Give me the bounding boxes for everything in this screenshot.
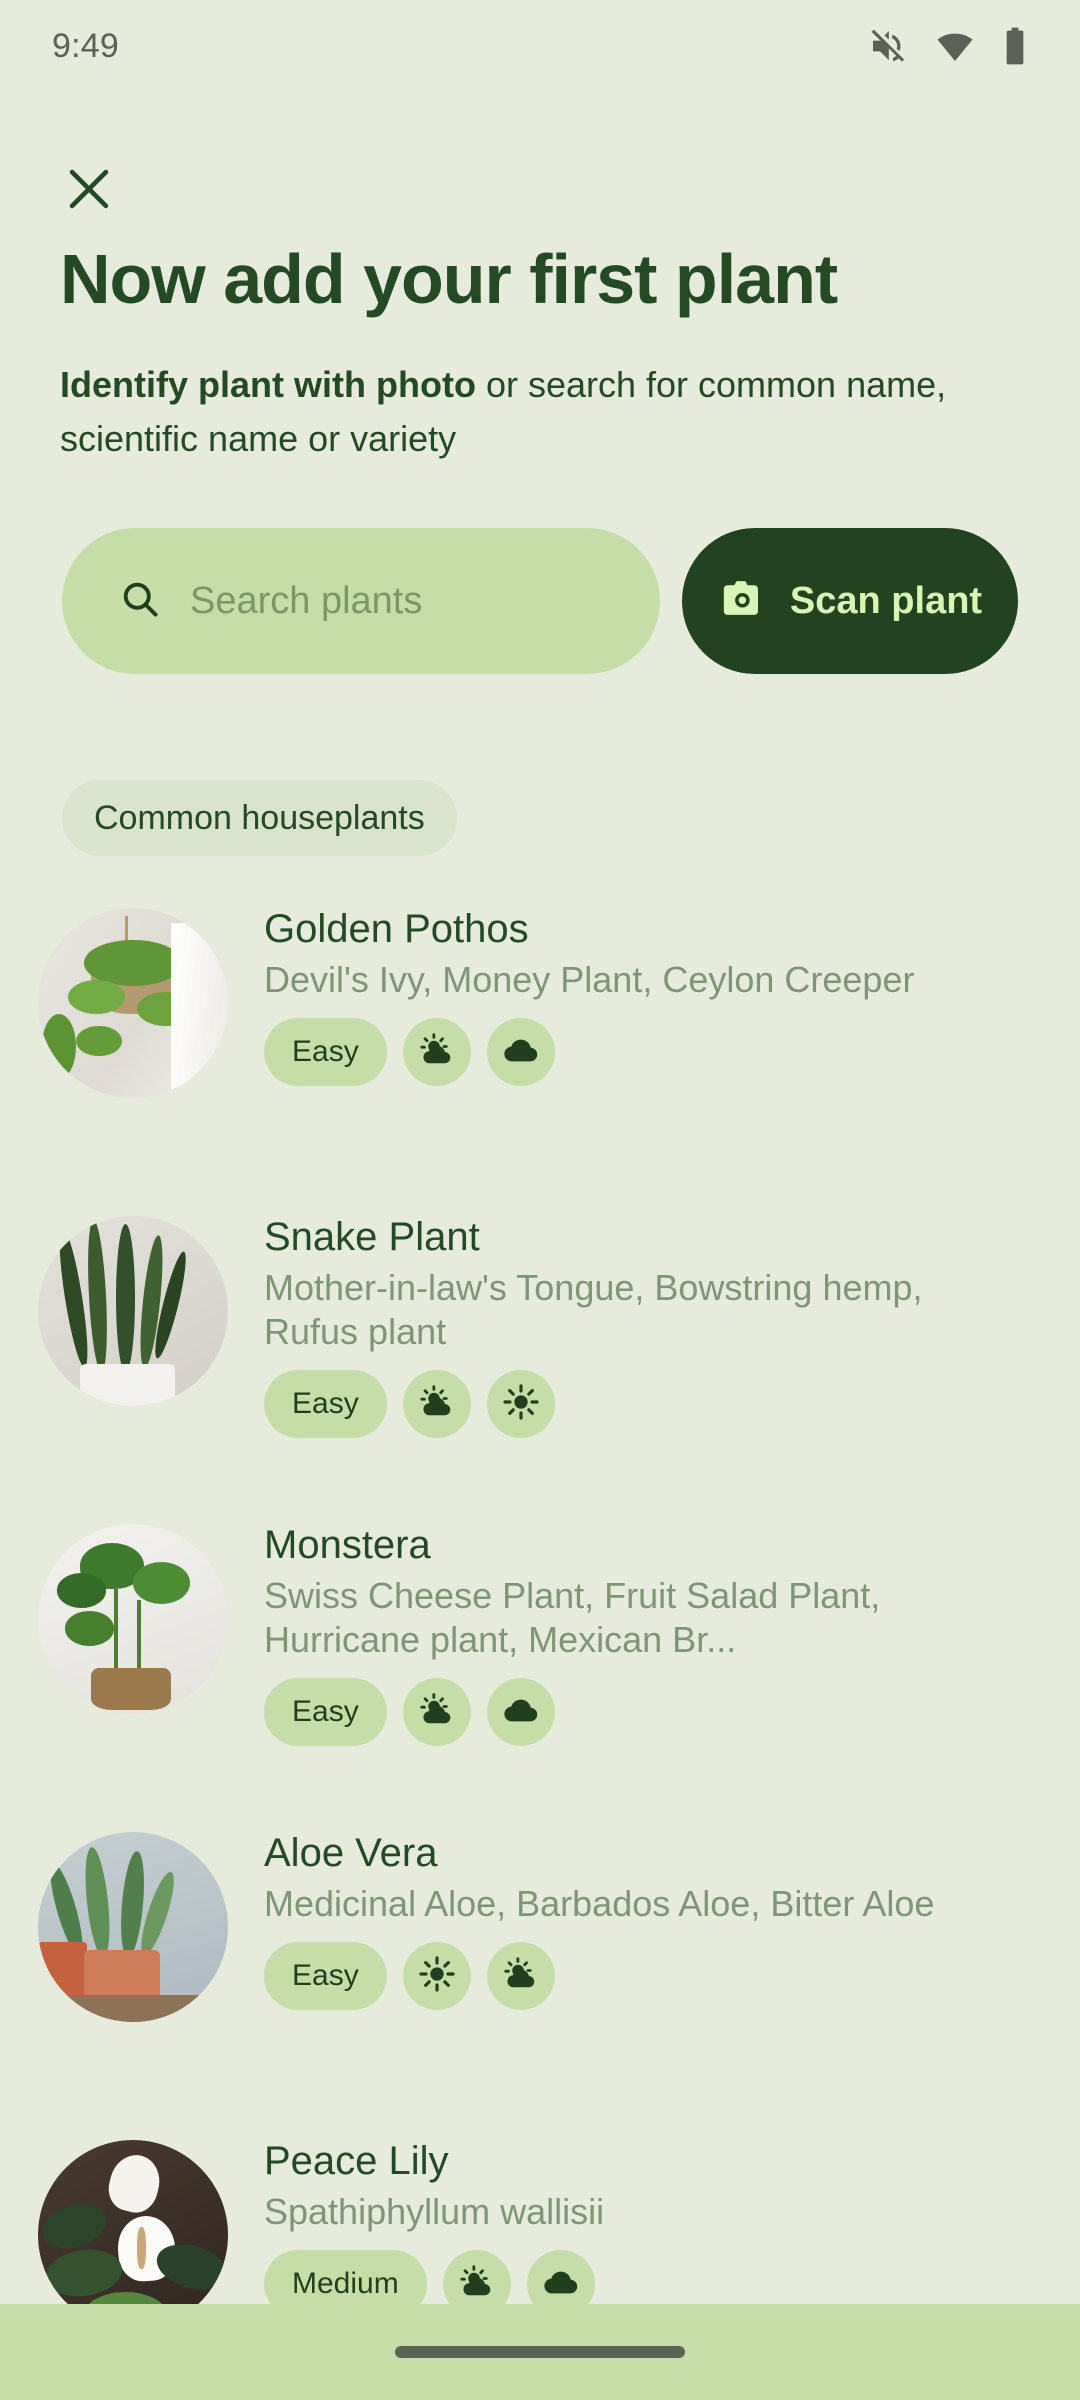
system-navigation-bar [0,2304,1080,2400]
plant-thumbnail [38,908,228,1098]
page-title: Now add your first plant [60,240,838,318]
subtitle-bold: Identify plant with photo [60,364,476,405]
partly-cloudy-icon [416,1029,458,1076]
search-row: Search plants Scan plant [62,528,1018,674]
close-button[interactable] [48,150,130,232]
plant-alt-names: Devil's Ivy, Money Plant, Ceylon Creeper [264,959,915,1000]
status-icon-group [868,26,1028,66]
plant-badges: Easy [264,1942,1080,2010]
plant-alt-names: Spathiphyllum wallisii [264,2191,605,2232]
plant-name: Aloe Vera [264,1831,438,1875]
plant-info: Monstera Swiss Cheese Plant, Fruit Salad … [264,1516,1080,1746]
cloud-icon [540,2261,582,2308]
plant-name: Monstera [264,1523,431,1567]
scan-plant-button[interactable]: Scan plant [682,528,1018,674]
search-input[interactable]: Search plants [62,528,660,674]
plant-thumbnail [38,1216,228,1406]
scan-plant-label: Scan plant [789,579,983,622]
difficulty-badge[interactable]: Easy [264,1678,387,1746]
status-bar: 9:49 [0,0,1080,92]
chip-label: Common houseplants [94,798,425,837]
plant-thumbnail [38,1832,228,2022]
page-subtitle: Identify plant with photo or search for … [60,358,990,466]
plant-list-item[interactable]: Monstera Swiss Cheese Plant, Fruit Salad … [0,1516,1080,1824]
wifi-icon [934,26,976,66]
plant-alt-names: Swiss Cheese Plant, Fruit Salad Plant, H… [264,1575,881,1660]
app-screen: 9:49 Now add your first plant Identify p… [0,0,1080,2400]
care-badge[interactable] [486,1678,555,1746]
filter-chip-common-houseplants[interactable]: Common houseplants [62,780,457,856]
plant-badges: Easy [264,1678,1080,1746]
plant-list-item[interactable]: Golden Pothos Devil's Ivy, Money Plant, C… [0,900,1080,1208]
difficulty-label: Easy [292,1387,359,1420]
plant-thumbnail [38,2140,228,2330]
difficulty-label: Easy [292,1959,359,1992]
plant-name: Golden Pothos [264,907,529,951]
status-time: 9:49 [52,26,119,65]
plant-name: Snake Plant [264,1215,480,1259]
partly-cloudy-icon [456,2261,498,2308]
search-icon [118,577,162,626]
cloud-icon [500,1689,542,1736]
plant-list-item[interactable]: Snake Plant Mother-in-law's Tongue, Bowst… [0,1208,1080,1516]
plant-info: Golden Pothos Devil's Ivy, Money Plant, C… [264,900,1080,1086]
plant-info: Aloe Vera Medicinal Aloe, Barbados Aloe, … [264,1824,1080,2010]
battery-icon [1002,26,1028,66]
volume-mute-icon [868,26,908,66]
plant-list-item[interactable]: Aloe Vera Medicinal Aloe, Barbados Aloe, … [0,1824,1080,2132]
plant-alt-names: Mother-in-law's Tongue, Bowstring hemp, … [264,1267,923,1352]
partly-cloudy-icon [416,1689,458,1736]
plant-list: Golden Pothos Devil's Ivy, Money Plant, C… [0,900,1080,2400]
care-badge[interactable] [402,1678,471,1746]
difficulty-label: Easy [292,1035,359,1068]
plant-badges: Easy [264,1370,1080,1438]
gesture-handle[interactable] [395,2346,685,2358]
search-placeholder: Search plants [190,579,423,622]
sun-icon [501,1382,541,1427]
partly-cloudy-icon [500,1953,542,2000]
cloud-icon [500,1029,542,1076]
care-badge[interactable] [486,1370,555,1438]
plant-badges: Easy [264,1018,1080,1086]
difficulty-badge[interactable]: Easy [264,1370,387,1438]
plant-thumbnail [38,1524,228,1714]
care-badge[interactable] [486,1942,555,2010]
care-badge[interactable] [402,1018,471,1086]
plant-info: Snake Plant Mother-in-law's Tongue, Bowst… [264,1208,1080,1438]
plant-name: Peace Lily [264,2139,449,2183]
partly-cloudy-icon [416,1381,458,1428]
close-icon [62,162,116,221]
difficulty-label: Easy [292,1695,359,1728]
camera-icon [718,574,768,629]
plant-info: Peace Lily Spathiphyllum wallisii Medium [264,2132,1080,2318]
sun-icon [417,1954,457,1999]
care-badge[interactable] [402,1942,471,2010]
difficulty-badge[interactable]: Easy [264,1942,387,2010]
plant-alt-names: Medicinal Aloe, Barbados Aloe, Bitter Al… [264,1883,935,1924]
difficulty-label: Medium [292,2267,399,2300]
care-badge[interactable] [486,1018,555,1086]
difficulty-badge[interactable]: Easy [264,1018,387,1086]
care-badge[interactable] [402,1370,471,1438]
